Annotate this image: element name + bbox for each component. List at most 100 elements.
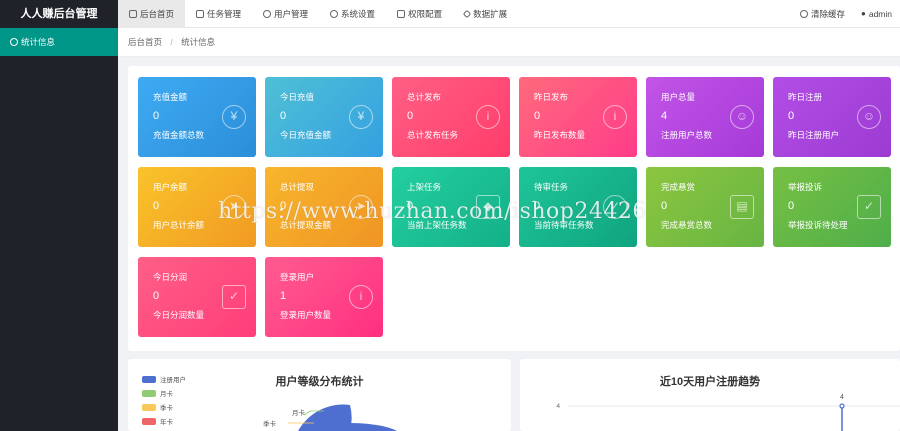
info-icon: i xyxy=(476,105,500,129)
paper-plane-icon: ➤ xyxy=(349,195,373,219)
gear-icon xyxy=(330,10,339,18)
breadcrumb: 后台首页 / 统计信息 xyxy=(118,28,900,57)
clear-cache-label: 清除缓存 xyxy=(810,9,845,19)
stat-card[interactable]: 举报投诉 0 举报投诉待处理 ✓ xyxy=(773,167,891,247)
stat-card-title: 登录用户 xyxy=(280,272,315,282)
stat-card[interactable]: 用户总量 4 注册用户总数 ☺ xyxy=(646,77,764,157)
nav-label: 用户管理 xyxy=(274,9,309,19)
stat-card-title: 用户余额 xyxy=(153,182,188,192)
stat-card[interactable]: 今日分润 0 今日分润数量 ✓ xyxy=(138,257,256,337)
top-right-menu: 清除缓存 ● admin xyxy=(792,0,900,28)
stat-card-title: 用户总量 xyxy=(661,92,696,102)
stat-card-title: 总计提现 xyxy=(280,182,315,192)
diamond-icon xyxy=(462,9,472,19)
stat-card-desc: 今日充值金额 xyxy=(280,130,332,140)
shield-icon: ✓ xyxy=(857,195,881,219)
pie-label: 季卡 xyxy=(263,419,277,428)
stat-card-desc: 昨日发布数量 xyxy=(534,130,586,140)
check-circle-icon: ✓ xyxy=(603,195,627,219)
yen-icon: ¥ xyxy=(222,105,246,129)
sidebar: 统计信息 xyxy=(0,28,118,431)
nav-settings[interactable]: 系统设置 xyxy=(319,0,386,28)
stat-card-desc: 登录用户数量 xyxy=(280,310,332,320)
stat-card-desc: 充值金额总数 xyxy=(153,130,205,140)
user-icon: ☺ xyxy=(730,105,754,129)
sidebar-item-stats[interactable]: 统计信息 xyxy=(0,28,118,56)
registration-trend-chart: 近10天用户注册趋势 4 4 xyxy=(520,359,900,431)
smile-icon: ☺ xyxy=(857,105,881,129)
stat-card[interactable]: 完成悬赏 0 完成悬赏总数 ▤ xyxy=(646,167,764,247)
stat-card[interactable]: 用户余额 0 用户总计余额 ➤ xyxy=(138,167,256,247)
task-icon xyxy=(196,10,205,18)
stat-card-desc: 完成悬赏总数 xyxy=(661,220,713,230)
nav-label: 数据扩展 xyxy=(473,9,508,19)
stat-card-title: 今日分润 xyxy=(153,272,188,282)
stat-card[interactable]: 待审任务 0 当前待审任务数 ✓ xyxy=(519,167,637,247)
nav-label: 系统设置 xyxy=(341,9,376,19)
stat-card-title: 今日充值 xyxy=(280,92,315,102)
stat-card[interactable]: 昨日发布 0 昨日发布数量 i xyxy=(519,77,637,157)
user-name: admin xyxy=(868,9,892,19)
apps-icon: ◆ xyxy=(476,195,500,219)
shield-icon: ✓ xyxy=(222,285,246,309)
stats-panel: 充值金额 0 充值金额总数 ¥ 今日充值 0 今日充值金额 ¥ 总计发布 0 总计发布任务 i 昨日发布… xyxy=(128,66,900,351)
lock-icon xyxy=(397,10,406,18)
nav-user[interactable]: 用户管理 xyxy=(252,0,319,28)
stat-card-title: 昨日发布 xyxy=(534,92,569,102)
stat-card-desc: 举报投诉待处理 xyxy=(788,220,848,230)
nav-task[interactable]: 任务管理 xyxy=(185,0,252,28)
stat-card[interactable]: 登录用户 1 登录用户数量 i xyxy=(265,257,383,337)
y-tick-label: 4 xyxy=(556,403,560,410)
nav-permission[interactable]: 权限配置 xyxy=(386,0,453,28)
clipboard-icon: ▤ xyxy=(730,195,754,219)
yen-icon: ¥ xyxy=(349,105,373,129)
stat-card[interactable]: 昨日注册 0 昨日注册用户 ☺ xyxy=(773,77,891,157)
data-label: 4 xyxy=(840,394,844,401)
stat-card[interactable]: 总计提现 0 总计提现金额 ➤ xyxy=(265,167,383,247)
stat-card-title: 待审任务 xyxy=(534,182,569,192)
pie-label: 月卡 xyxy=(292,408,306,417)
nav-data-ext[interactable]: 数据扩展 xyxy=(453,0,518,28)
pie-chart: 月卡 季卡 xyxy=(263,404,397,431)
user-icon xyxy=(263,10,272,18)
paper-plane-icon: ➤ xyxy=(222,195,246,219)
stat-card-desc: 今日分润数量 xyxy=(153,310,205,320)
nav-label: 后台首页 xyxy=(140,9,175,19)
stat-card-desc: 注册用户总数 xyxy=(661,130,713,140)
stat-card-title: 举报投诉 xyxy=(788,182,823,192)
stat-card-title: 昨日注册 xyxy=(788,92,823,102)
stat-card-desc: 当前待审任务数 xyxy=(534,220,594,230)
stat-card-title: 总计发布 xyxy=(407,92,442,102)
user-icon: ● xyxy=(861,9,866,18)
trash-icon xyxy=(799,10,808,18)
info-icon: i xyxy=(603,105,627,129)
stat-card[interactable]: 今日充值 0 今日充值金额 ¥ xyxy=(265,77,383,157)
stat-card-desc: 当前上架任务数 xyxy=(407,220,467,230)
stat-card-desc: 昨日注册用户 xyxy=(788,130,840,140)
sidebar-item-label: 统计信息 xyxy=(21,37,56,47)
stat-card-desc: 用户总计余额 xyxy=(153,220,205,230)
stat-card[interactable]: 总计发布 0 总计发布任务 i xyxy=(392,77,510,157)
stat-card-title: 充值金额 xyxy=(153,92,188,102)
stat-card-title: 上架任务 xyxy=(407,182,442,192)
user-menu[interactable]: ● admin xyxy=(853,0,900,28)
stat-card[interactable]: 上架任务 0 当前上架任务数 ◆ xyxy=(392,167,510,247)
nav-label: 任务管理 xyxy=(207,9,242,19)
clear-cache-button[interactable]: 清除缓存 xyxy=(792,0,853,28)
stat-card[interactable]: 充值金额 0 充值金额总数 ¥ xyxy=(138,77,256,157)
home-icon xyxy=(129,10,137,18)
line-chart: 4 4 xyxy=(556,394,900,431)
stat-card-desc: 总计发布任务 xyxy=(407,130,459,140)
stat-card-title: 完成悬赏 xyxy=(661,182,696,192)
data-point[interactable] xyxy=(839,403,845,409)
level-distribution-chart: 用户等级分布统计 注册用户 月卡 季卡 年卡 月卡 季卡 xyxy=(128,359,511,431)
nav-label: 权限配置 xyxy=(408,9,443,19)
breadcrumb-current: 统计信息 xyxy=(181,37,216,47)
nav-home[interactable]: 后台首页 xyxy=(118,0,186,28)
stat-card-desc: 总计提现金额 xyxy=(280,220,332,230)
dashboard-icon xyxy=(10,38,18,46)
breadcrumb-home[interactable]: 后台首页 xyxy=(128,37,162,47)
top-bar: 人人赚后台管理 后台首页 任务管理 用户管理 系统设置 权限配置 数据扩展 清除… xyxy=(0,0,900,28)
info-icon: i xyxy=(349,285,373,309)
app-logo: 人人赚后台管理 xyxy=(0,0,118,28)
